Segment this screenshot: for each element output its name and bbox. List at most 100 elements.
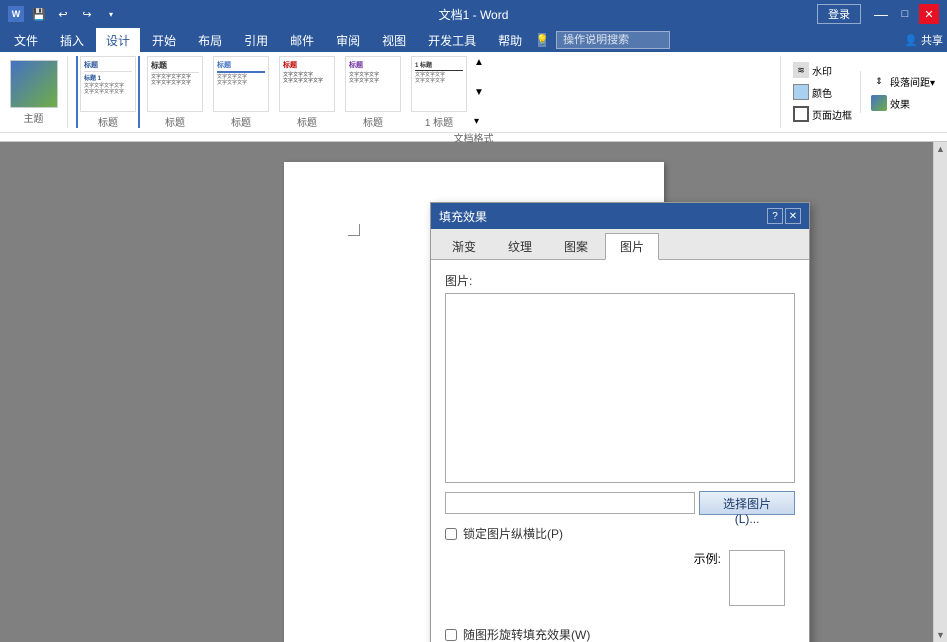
gallery-expand[interactable]: ▾	[474, 116, 484, 127]
document-area: ▲ ▼ 填充效果 ? ✕ 渐变 纹理 图案 图片 图片: 选择图片(L)...	[0, 142, 947, 642]
tab-help[interactable]: 帮助	[488, 28, 532, 52]
page-border-button[interactable]: 页面边框	[789, 104, 856, 124]
login-button[interactable]: 登录	[817, 4, 861, 24]
search-box[interactable]	[556, 31, 670, 49]
rotate-fill-label: 随图形旋转填充效果(W)	[463, 626, 590, 642]
style-label-2: 标题	[231, 114, 251, 129]
scroll-indicator[interactable]: ▲ ▼	[933, 142, 947, 642]
page-color-button[interactable]: 颜色	[789, 82, 856, 102]
tab-gradient[interactable]: 渐变	[437, 233, 491, 259]
rotate-fill-checkbox[interactable]	[445, 629, 457, 641]
file-path-input[interactable]	[445, 492, 695, 514]
style-label-4: 标题	[363, 114, 383, 129]
close-button[interactable]: ✕	[919, 4, 939, 24]
checkbox-rotate-fill: 随图形旋转填充效果(W)	[445, 626, 795, 642]
theme-section: 主题	[8, 56, 68, 128]
style-item-2[interactable]: 标题 文字文字文字文字文字文字 标题	[210, 56, 272, 128]
right-buttons: ≋ 水印 颜色 页面边框	[789, 60, 856, 124]
style-label-5: 1 标题	[425, 114, 453, 129]
para-spacing-label: 段落间距▾	[890, 74, 935, 89]
share-label: 共享	[921, 32, 943, 48]
effects-label: 效果	[890, 96, 910, 111]
toolbar-footer: 文档格式	[0, 132, 947, 142]
style-item-1[interactable]: 标题 文字文字文字文字文字文字文字文字 标题	[144, 56, 206, 128]
tab-insert[interactable]: 插入	[50, 28, 94, 52]
search-input[interactable]	[563, 34, 663, 46]
toolbar-area: 主题 标题 标题 1 文字文字文字文字文字文字文字文字 标题 标题 文字文字文字…	[0, 52, 947, 142]
preview-section: 示例:	[445, 550, 795, 606]
title-bar: W 💾 ↩ ↪ ▾ 文档1 - Word 登录 — □ ✕	[0, 0, 947, 28]
style-item-0[interactable]: 标题 标题 1 文字文字文字文字文字文字文字文字 标题	[76, 56, 140, 128]
tab-mailings[interactable]: 邮件	[280, 28, 324, 52]
tab-design[interactable]: 设计	[96, 28, 140, 52]
theme-label: 主题	[24, 110, 44, 125]
tab-picture[interactable]: 图片	[605, 233, 659, 260]
style-preview-3: 标题 文字文字文字文字文字文字文字	[279, 56, 335, 112]
dialog-help-button[interactable]: ?	[767, 208, 783, 224]
effects-section: ⇕ 段落间距▾ 效果	[860, 71, 939, 113]
lock-ratio-checkbox[interactable]	[445, 528, 457, 540]
minimize-button[interactable]: —	[871, 4, 891, 24]
image-preview-box	[445, 293, 795, 483]
toolbar-content: 主题 标题 标题 1 文字文字文字文字文字文字文字文字 标题 标题 文字文字文字…	[0, 52, 947, 132]
fill-effects-dialog: 填充效果 ? ✕ 渐变 纹理 图案 图片 图片: 选择图片(L)... 锁定图片…	[430, 202, 810, 642]
tab-review[interactable]: 审阅	[326, 28, 370, 52]
file-path-row: 选择图片(L)...	[445, 491, 795, 515]
redo-button[interactable]: ↪	[76, 3, 98, 25]
para-spacing-button[interactable]: ⇕ 段落间距▾	[867, 71, 939, 91]
save-button[interactable]: 💾	[28, 3, 50, 25]
window-title: 文档1 - Word	[439, 6, 509, 23]
tab-developer[interactable]: 开发工具	[418, 28, 486, 52]
style-preview-4: 标题 文字文字文字文字文字文字	[345, 56, 401, 112]
customize-quick-access[interactable]: ▾	[100, 3, 122, 25]
dialog-title-bar: 填充效果 ? ✕	[431, 203, 809, 229]
tab-view[interactable]: 视图	[372, 28, 416, 52]
share-icon: 👤	[904, 34, 918, 47]
preview-box	[729, 550, 785, 606]
style-preview-0: 标题 标题 1 文字文字文字文字文字文字文字文字	[80, 56, 136, 112]
dialog-title: 填充效果	[439, 208, 487, 225]
restore-button[interactable]: □	[895, 4, 915, 24]
preview-label-text: 示例:	[694, 550, 721, 567]
tab-pattern[interactable]: 图案	[549, 233, 603, 259]
style-item-4[interactable]: 标题 文字文字文字文字文字文字 标题	[342, 56, 404, 128]
tab-texture[interactable]: 纹理	[493, 233, 547, 259]
gallery-down[interactable]: ▼	[474, 87, 484, 98]
style-preview-5: 1 标题 文字文字文字文字文字文字	[411, 56, 467, 112]
effects-button[interactable]: 效果	[867, 93, 939, 113]
tab-home[interactable]: 开始	[142, 28, 186, 52]
style-label-0: 标题	[98, 114, 118, 129]
right-section: ≋ 水印 颜色 页面边框 ⇕ 段落间距▾	[780, 56, 939, 128]
gallery-scroll[interactable]: ▲ ▼ ▾	[474, 57, 484, 127]
undo-button[interactable]: ↩	[52, 3, 74, 25]
quick-access-toolbar: 💾 ↩ ↪ ▾	[28, 3, 122, 25]
tab-layout[interactable]: 布局	[188, 28, 232, 52]
share-button[interactable]: 👤 共享	[904, 32, 943, 48]
para-spacing-icon: ⇕	[871, 73, 887, 89]
style-preview-1: 标题 文字文字文字文字文字文字文字文字	[147, 56, 203, 112]
page-border-icon	[793, 106, 809, 122]
checkbox-lock-ratio: 锁定图片纵横比(P)	[445, 525, 795, 542]
gallery-up[interactable]: ▲	[474, 57, 484, 68]
style-preview-2: 标题 文字文字文字文字文字文字	[213, 56, 269, 112]
style-label-1: 标题	[165, 114, 185, 129]
style-gallery: 标题 标题 1 文字文字文字文字文字文字文字文字 标题 标题 文字文字文字文字文…	[76, 56, 772, 128]
tab-file[interactable]: 文件	[4, 28, 48, 52]
lightbulb-icon: 💡	[538, 33, 546, 47]
scroll-up-arrow[interactable]: ▲	[934, 142, 947, 156]
select-image-button[interactable]: 选择图片(L)...	[699, 491, 795, 515]
dialog-close-button[interactable]: ✕	[785, 208, 801, 224]
image-label: 图片:	[445, 272, 795, 289]
tab-references[interactable]: 引用	[234, 28, 278, 52]
style-item-3[interactable]: 标题 文字文字文字文字文字文字文字 标题	[276, 56, 338, 128]
effects-icon	[871, 95, 887, 111]
style-item-5[interactable]: 1 标题 文字文字文字文字文字文字 1 标题	[408, 56, 470, 128]
title-bar-right: 登录 — □ ✕	[817, 4, 939, 24]
theme-preview[interactable]	[10, 60, 58, 108]
page-color-label: 颜色	[812, 85, 832, 100]
cursor-indicator	[348, 224, 360, 236]
scroll-down-arrow[interactable]: ▼	[934, 628, 947, 642]
page-border-label: 页面边框	[812, 107, 852, 122]
watermark-button[interactable]: ≋ 水印	[789, 60, 856, 80]
page-color-icon	[793, 84, 809, 100]
